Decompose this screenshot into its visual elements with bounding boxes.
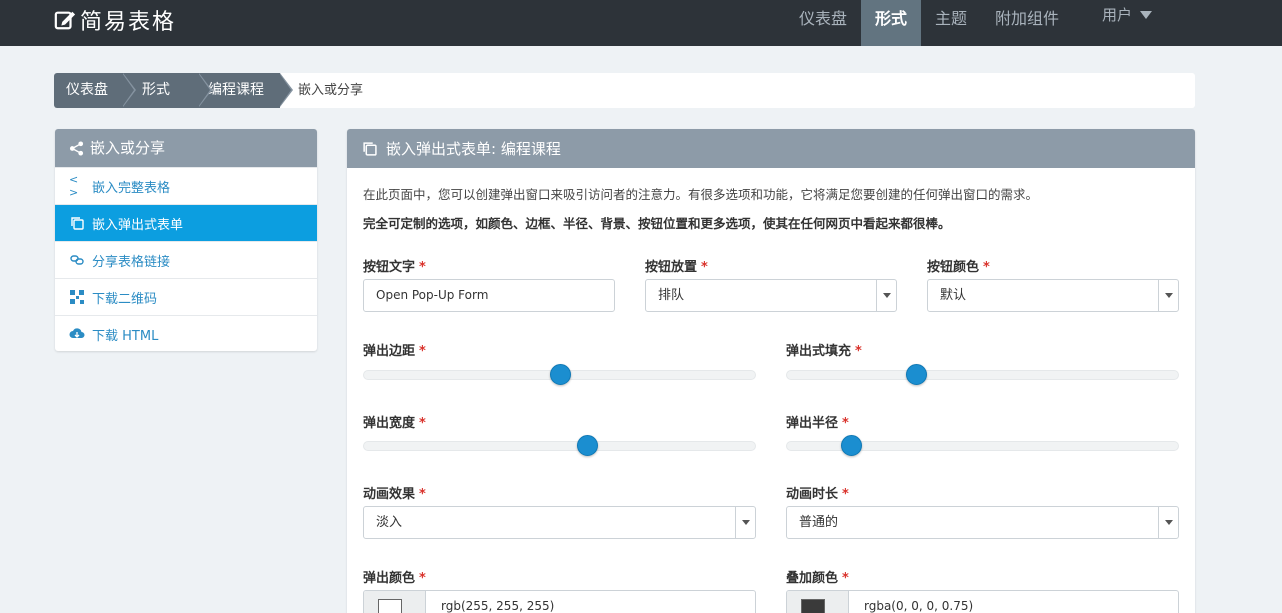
breadcrumb-arrow xyxy=(122,73,134,107)
user-menu-label: 用户 xyxy=(1102,6,1133,24)
required-mark: * xyxy=(983,260,990,275)
popup-margin-slider[interactable] xyxy=(363,364,756,385)
button-placement-select[interactable]: 排队 xyxy=(645,279,897,312)
main-title: 嵌入弹出式表单: 编程课程 xyxy=(386,140,561,158)
popup-radius-label: 弹出半径 * xyxy=(786,416,849,431)
intro-bold-text: 完全可定制的选项，如颜色、边框、半径、背景、按钮位置和更多选项，使其在任何网页中… xyxy=(363,216,951,231)
sidebar-item-download-html[interactable]: 下载 HTML xyxy=(55,315,317,352)
sidebar-item-embed-full[interactable]: < > 嵌入完整表格 xyxy=(55,167,317,204)
sidebar-item-label: 下载 HTML xyxy=(92,328,159,344)
sidebar-item-share-link[interactable]: 分享表格链接 xyxy=(55,241,317,278)
user-menu[interactable]: 用户 xyxy=(1102,0,1153,30)
select-arrow[interactable] xyxy=(1158,507,1178,538)
share-icon xyxy=(69,140,84,156)
required-mark: * xyxy=(855,344,862,359)
copy-icon xyxy=(363,142,377,156)
slider-track[interactable] xyxy=(786,370,1179,380)
animation-duration-select[interactable]: 普通的 xyxy=(786,506,1179,539)
sidebar-panel: 嵌入或分享 < > 嵌入完整表格 嵌入弹出式表单 分享表格链接 下载二维码 下载… xyxy=(55,129,317,351)
animation-effect-label: 动画效果 * xyxy=(363,487,426,502)
edit-icon xyxy=(54,11,76,30)
chevron-down-icon xyxy=(1164,293,1173,298)
sidebar-item-embed-popup[interactable]: 嵌入弹出式表单 xyxy=(55,204,317,241)
chevron-down-icon xyxy=(1164,520,1173,525)
popup-width-label: 弹出宽度 * xyxy=(363,416,426,431)
overlay-color-input[interactable]: rgba(0, 0, 0, 0.75) xyxy=(786,590,1179,613)
slider-handle[interactable] xyxy=(549,364,571,385)
chevron-down-icon xyxy=(741,520,750,525)
nav-themes[interactable]: 主题 xyxy=(921,0,981,46)
slider-handle[interactable] xyxy=(577,435,598,456)
popup-width-slider[interactable] xyxy=(363,435,756,456)
app-title: 简易表格 xyxy=(80,10,177,35)
slider-handle[interactable] xyxy=(905,364,927,385)
button-color-select[interactable]: 默认 xyxy=(927,279,1179,312)
sidebar-item-qrcode[interactable]: 下载二维码 xyxy=(55,278,317,315)
copy-icon xyxy=(69,215,85,231)
cloud-download-icon xyxy=(69,326,85,342)
required-mark: * xyxy=(842,571,849,586)
required-mark: * xyxy=(701,260,708,275)
main-header: 嵌入弹出式表单: 编程课程 xyxy=(347,129,1195,168)
popup-radius-slider[interactable] xyxy=(786,435,1179,456)
required-mark: * xyxy=(842,487,849,502)
main-panel: 嵌入弹出式表单: 编程课程 在此页面中，您可以创建弹出窗口来吸引访问者的注意力。… xyxy=(347,129,1195,613)
popup-padding-label: 弹出式填充 * xyxy=(786,344,862,359)
sidebar-item-label: 嵌入完整表格 xyxy=(92,180,171,196)
required-mark: * xyxy=(419,571,426,586)
breadcrumb-arrow xyxy=(279,73,291,107)
nav-addons[interactable]: 附加组件 xyxy=(981,0,1073,46)
popup-color-swatch[interactable] xyxy=(378,599,402,613)
sidebar-title: 嵌入或分享 xyxy=(90,139,166,157)
top-navbar: 简易表格 仪表盘 形式 主题 附加组件 用户 xyxy=(0,0,1282,46)
button-placement-label: 按钮放置 * xyxy=(645,260,708,275)
button-color-label: 按钮颜色 * xyxy=(927,260,990,275)
popup-color-value: rgb(255, 255, 255) xyxy=(441,599,555,613)
select-arrow[interactable] xyxy=(1158,280,1178,311)
sidebar-item-label: 嵌入弹出式表单 xyxy=(92,217,184,233)
required-mark: * xyxy=(419,260,426,275)
color-picker-box[interactable] xyxy=(787,591,849,613)
qrcode-icon xyxy=(69,289,85,305)
breadcrumb: 编程课程 形式 仪表盘 嵌入或分享 xyxy=(54,73,1195,108)
chevron-down-icon xyxy=(882,293,891,298)
brand-logo[interactable]: 简易表格 xyxy=(54,5,176,35)
sidebar-header: 嵌入或分享 xyxy=(55,129,317,167)
animation-effect-select[interactable]: 淡入 xyxy=(363,506,756,539)
slider-handle[interactable] xyxy=(840,435,862,456)
nav-forms[interactable]: 形式 xyxy=(861,0,922,46)
required-mark: * xyxy=(842,416,849,431)
caret-down-icon xyxy=(1140,11,1153,19)
required-mark: * xyxy=(419,416,426,431)
overlay-color-label: 叠加颜色 * xyxy=(786,571,849,586)
popup-color-input[interactable]: rgb(255, 255, 255) xyxy=(363,590,756,613)
popup-color-label: 弹出颜色 * xyxy=(363,571,426,586)
animation-duration-label: 动画时长 * xyxy=(786,487,849,502)
button-text-label: 按钮文字 * xyxy=(363,260,426,275)
select-arrow[interactable] xyxy=(876,280,896,311)
required-mark: * xyxy=(419,487,426,502)
breadcrumb-arrow xyxy=(198,73,210,107)
color-picker-box[interactable] xyxy=(364,591,426,613)
code-icon: < > xyxy=(69,173,79,199)
button-text-input[interactable]: Open Pop-Up Form xyxy=(363,279,615,312)
breadcrumb-current: 嵌入或分享 xyxy=(298,83,364,98)
overlay-color-value: rgba(0, 0, 0, 0.75) xyxy=(864,599,974,613)
overlay-color-swatch[interactable] xyxy=(801,599,825,613)
intro-text: 在此页面中，您可以创建弹出窗口来吸引访问者的注意力。有很多选项和功能，它将满足您… xyxy=(363,187,1039,202)
sidebar-item-label: 下载二维码 xyxy=(92,291,158,307)
link-icon xyxy=(69,252,85,268)
nav-dashboard[interactable]: 仪表盘 xyxy=(785,0,861,46)
popup-padding-slider[interactable] xyxy=(786,364,1179,385)
slider-track[interactable] xyxy=(363,441,756,451)
required-mark: * xyxy=(419,344,426,359)
main-nav: 仪表盘 形式 主题 附加组件 xyxy=(785,0,1073,46)
select-arrow[interactable] xyxy=(735,507,755,538)
sidebar-item-label: 分享表格链接 xyxy=(92,254,171,270)
popup-margin-label: 弹出边距 * xyxy=(363,344,426,359)
